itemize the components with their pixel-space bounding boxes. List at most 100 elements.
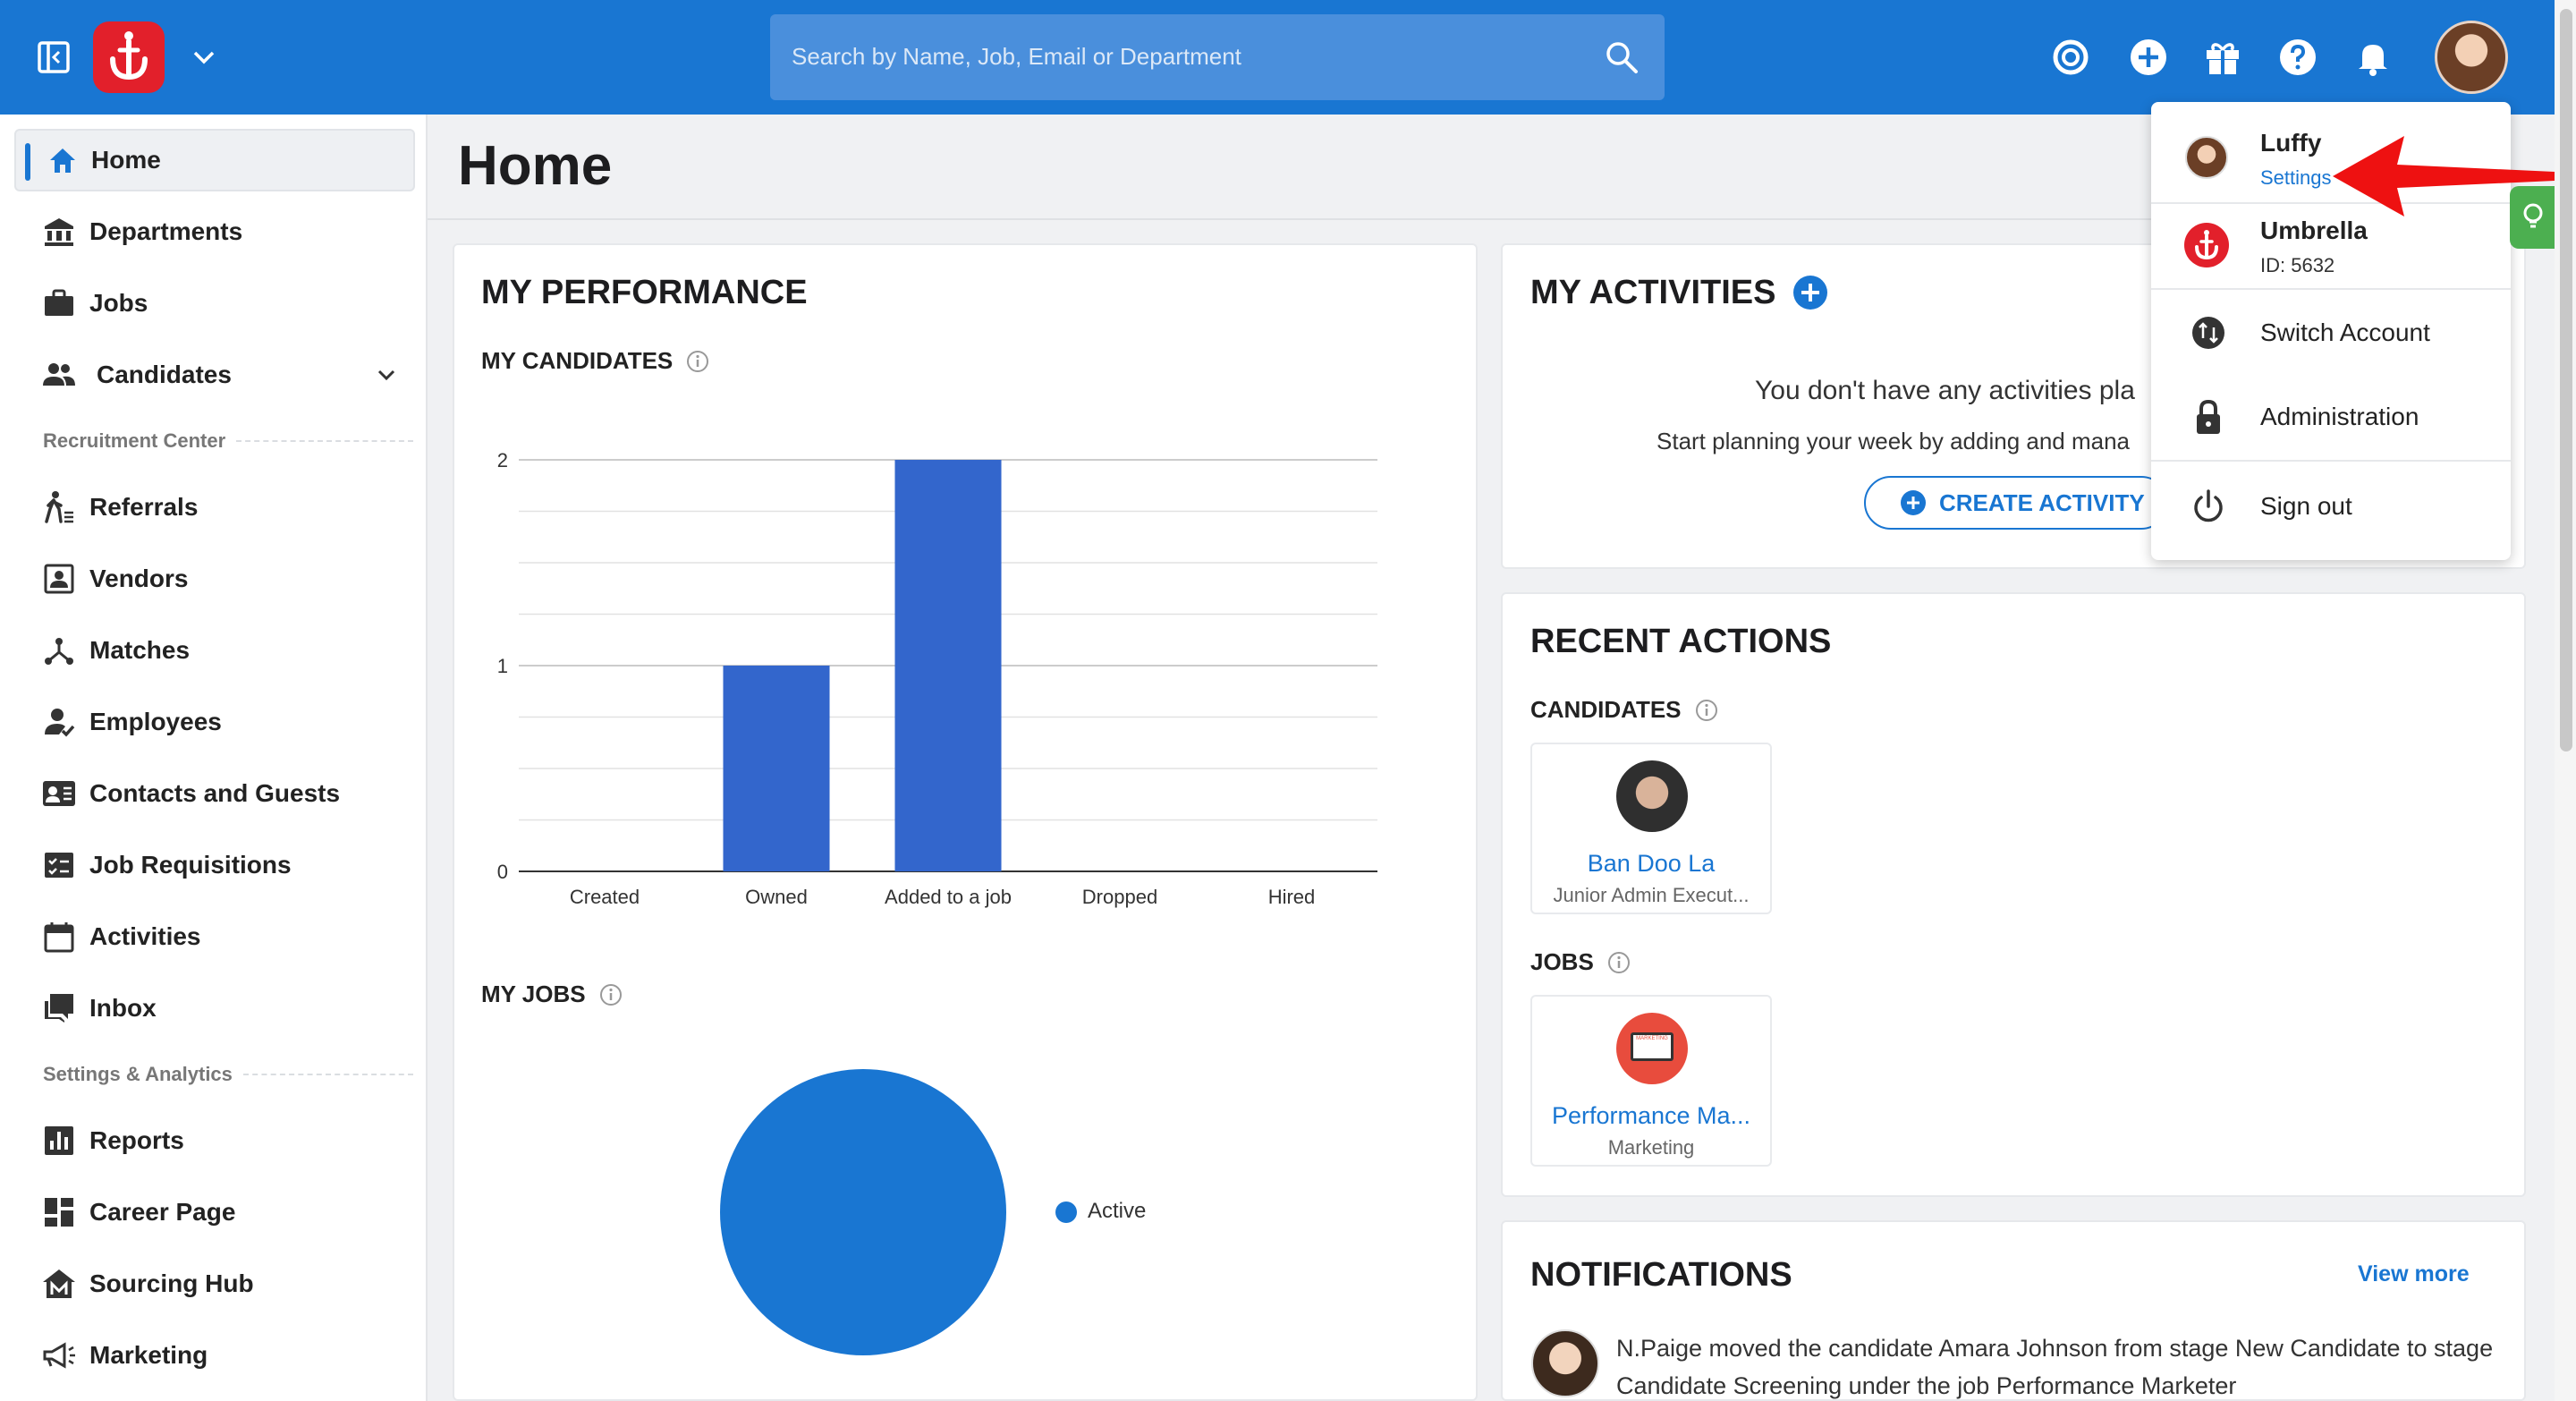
activities-title: MY ACTIVITIES: [1530, 274, 1776, 311]
reports-icon: [45, 1126, 73, 1155]
bank-icon: [45, 218, 73, 246]
legend-label-active: Active: [1088, 1199, 1147, 1223]
y-tick-label: 2: [497, 449, 508, 471]
power-icon: [2194, 489, 2223, 522]
search-icon[interactable]: [1604, 39, 1640, 75]
view-more-link[interactable]: View more: [2358, 1261, 2470, 1287]
activities-empty-subtitle: Start planning your week by adding and m…: [1657, 428, 2131, 454]
x-tick-label: Owned: [745, 886, 808, 908]
sidebar-item-label: Employees: [89, 708, 222, 735]
info-icon[interactable]: [1694, 698, 1719, 723]
add-activity-icon[interactable]: [1792, 275, 1828, 310]
sidebar-item-marketing[interactable]: Marketing: [14, 1324, 415, 1387]
candidates-bar-chart: 0 1 2 Created Owned Added to a job Dropped Hire…: [497, 449, 1377, 908]
gift-icon[interactable]: [2201, 36, 2244, 79]
megaphone-icon: [43, 1342, 75, 1369]
sidebar-item-label: Activities: [89, 922, 201, 950]
performance-title: MY PERFORMANCE: [481, 274, 808, 311]
sidebar-item-jobs[interactable]: Jobs: [14, 272, 415, 335]
info-icon[interactable]: [1606, 950, 1631, 975]
sidebar-item-employees[interactable]: Employees: [14, 691, 415, 753]
notifications-title: NOTIFICATIONS: [1530, 1256, 1792, 1294]
user-avatar: [2185, 136, 2228, 179]
sidebar-item-vendors[interactable]: Vendors: [14, 548, 415, 610]
home-icon: [50, 149, 75, 173]
x-tick-label: Hired: [1268, 886, 1316, 908]
job-name[interactable]: Performance Ma...: [1532, 1102, 1770, 1130]
sidebar-item-label: Candidates: [97, 361, 232, 388]
support-icon[interactable]: [2049, 36, 2092, 79]
notification-text[interactable]: N.Paige moved the candidate Amara Johnso…: [1616, 1329, 2511, 1401]
recent-candidate-card[interactable]: Ban Doo La Junior Admin Execut...: [1530, 743, 1772, 914]
contacts-icon: [43, 781, 75, 806]
pie-slice[interactable]: [720, 1069, 1006, 1355]
sidebar-item-job-requisitions[interactable]: Job Requisitions: [14, 834, 415, 896]
add-circle-icon[interactable]: [2127, 36, 2170, 79]
company-name: Umbrella: [2260, 217, 2368, 244]
sidebar-item-inbox[interactable]: Inbox: [14, 977, 415, 1040]
bar[interactable]: [723, 666, 830, 871]
administration-item[interactable]: Administration: [2151, 376, 2511, 460]
settings-link[interactable]: Settings: [2260, 166, 2332, 190]
x-tick-label: Dropped: [1082, 886, 1157, 908]
sidebar-toggle-icon[interactable]: [36, 39, 72, 75]
search-input[interactable]: Search by Name, Job, Email or Department: [792, 43, 1241, 71]
lightbulb-icon: [2523, 203, 2543, 228]
legend-swatch-active: [1055, 1201, 1077, 1223]
sidebar-item-contacts[interactable]: Contacts and Guests: [14, 762, 415, 825]
dashboard-icon: [45, 1198, 73, 1227]
scrollbar-thumb[interactable]: [2560, 9, 2572, 751]
sidebar-item-home[interactable]: Home: [14, 129, 415, 191]
bar[interactable]: [894, 460, 1002, 871]
sidebar-item-sourcing-hub[interactable]: Sourcing Hub: [14, 1252, 415, 1315]
sidebar-item-label: Job Requisitions: [89, 851, 292, 879]
section-header-settings: Settings & Analytics: [43, 1061, 413, 1088]
sidebar-item-label: Marketing: [89, 1341, 208, 1369]
sidebar-item-label: Vendors: [89, 565, 189, 592]
my-candidates-label: MY CANDIDATES: [481, 347, 674, 374]
user-avatar[interactable]: [2435, 21, 2508, 94]
sidebar-item-departments[interactable]: Departments: [14, 200, 415, 263]
recent-actions-title: RECENT ACTIONS: [1530, 623, 1832, 660]
switch-account-item[interactable]: Switch Account: [2151, 292, 2511, 376]
top-bar: Search by Name, Job, Email or Department: [0, 0, 2555, 115]
recent-job-card[interactable]: MARKETING Performance Ma... Marketing: [1530, 995, 1772, 1167]
info-icon[interactable]: [685, 349, 710, 374]
recent-jobs-heading: JOBS: [1530, 948, 1631, 976]
company-logo-icon: [2184, 223, 2229, 267]
search-bar[interactable]: Search by Name, Job, Email or Department: [770, 14, 1665, 100]
my-jobs-label: MY JOBS: [481, 981, 586, 1007]
chevron-down-icon[interactable]: [190, 43, 218, 72]
job-thumbnail-text: MARKETING: [1636, 1036, 1668, 1041]
briefcase-icon: [45, 289, 73, 316]
dropdown-divider: [2151, 288, 2511, 290]
help-icon[interactable]: [2276, 36, 2319, 79]
user-name: Luffy: [2260, 129, 2322, 157]
bell-icon[interactable]: [2351, 36, 2394, 79]
section-label: Recruitment Center: [43, 429, 226, 452]
hint-tab[interactable]: [2510, 186, 2555, 249]
chevron-down-icon[interactable]: [372, 361, 401, 389]
switch-account-label: Switch Account: [2260, 318, 2430, 346]
sidebar-item-referrals[interactable]: Referrals: [14, 476, 415, 539]
sign-out-item[interactable]: Sign out: [2151, 462, 2511, 551]
x-tick-label: Added to a job: [885, 886, 1012, 908]
sourcing-icon: [43, 1269, 75, 1298]
activities-empty-title: You don't have any activities pla: [1755, 376, 2135, 405]
sidebar-item-activities[interactable]: Activities: [14, 905, 415, 968]
sidebar-item-candidates[interactable]: Candidates: [14, 344, 415, 406]
sidebar-item-label: Home: [91, 146, 161, 174]
app-logo[interactable]: [93, 21, 165, 93]
administration-label: Administration: [2260, 403, 2419, 430]
sidebar-item-label: Departments: [89, 217, 243, 245]
sidebar-item-career-page[interactable]: Career Page: [14, 1181, 415, 1244]
employee-icon: [45, 709, 75, 737]
notification-avatar: [1531, 1329, 1599, 1397]
recent-candidates-label: CANDIDATES: [1530, 696, 1682, 723]
sign-out-label: Sign out: [2260, 492, 2352, 520]
sidebar-item-reports[interactable]: Reports: [14, 1109, 415, 1172]
candidate-name[interactable]: Ban Doo La: [1532, 850, 1770, 878]
info-icon[interactable]: [598, 982, 623, 1007]
create-activity-button[interactable]: CREATE ACTIVITY: [1864, 476, 2168, 530]
sidebar-item-matches[interactable]: Matches: [14, 619, 415, 682]
